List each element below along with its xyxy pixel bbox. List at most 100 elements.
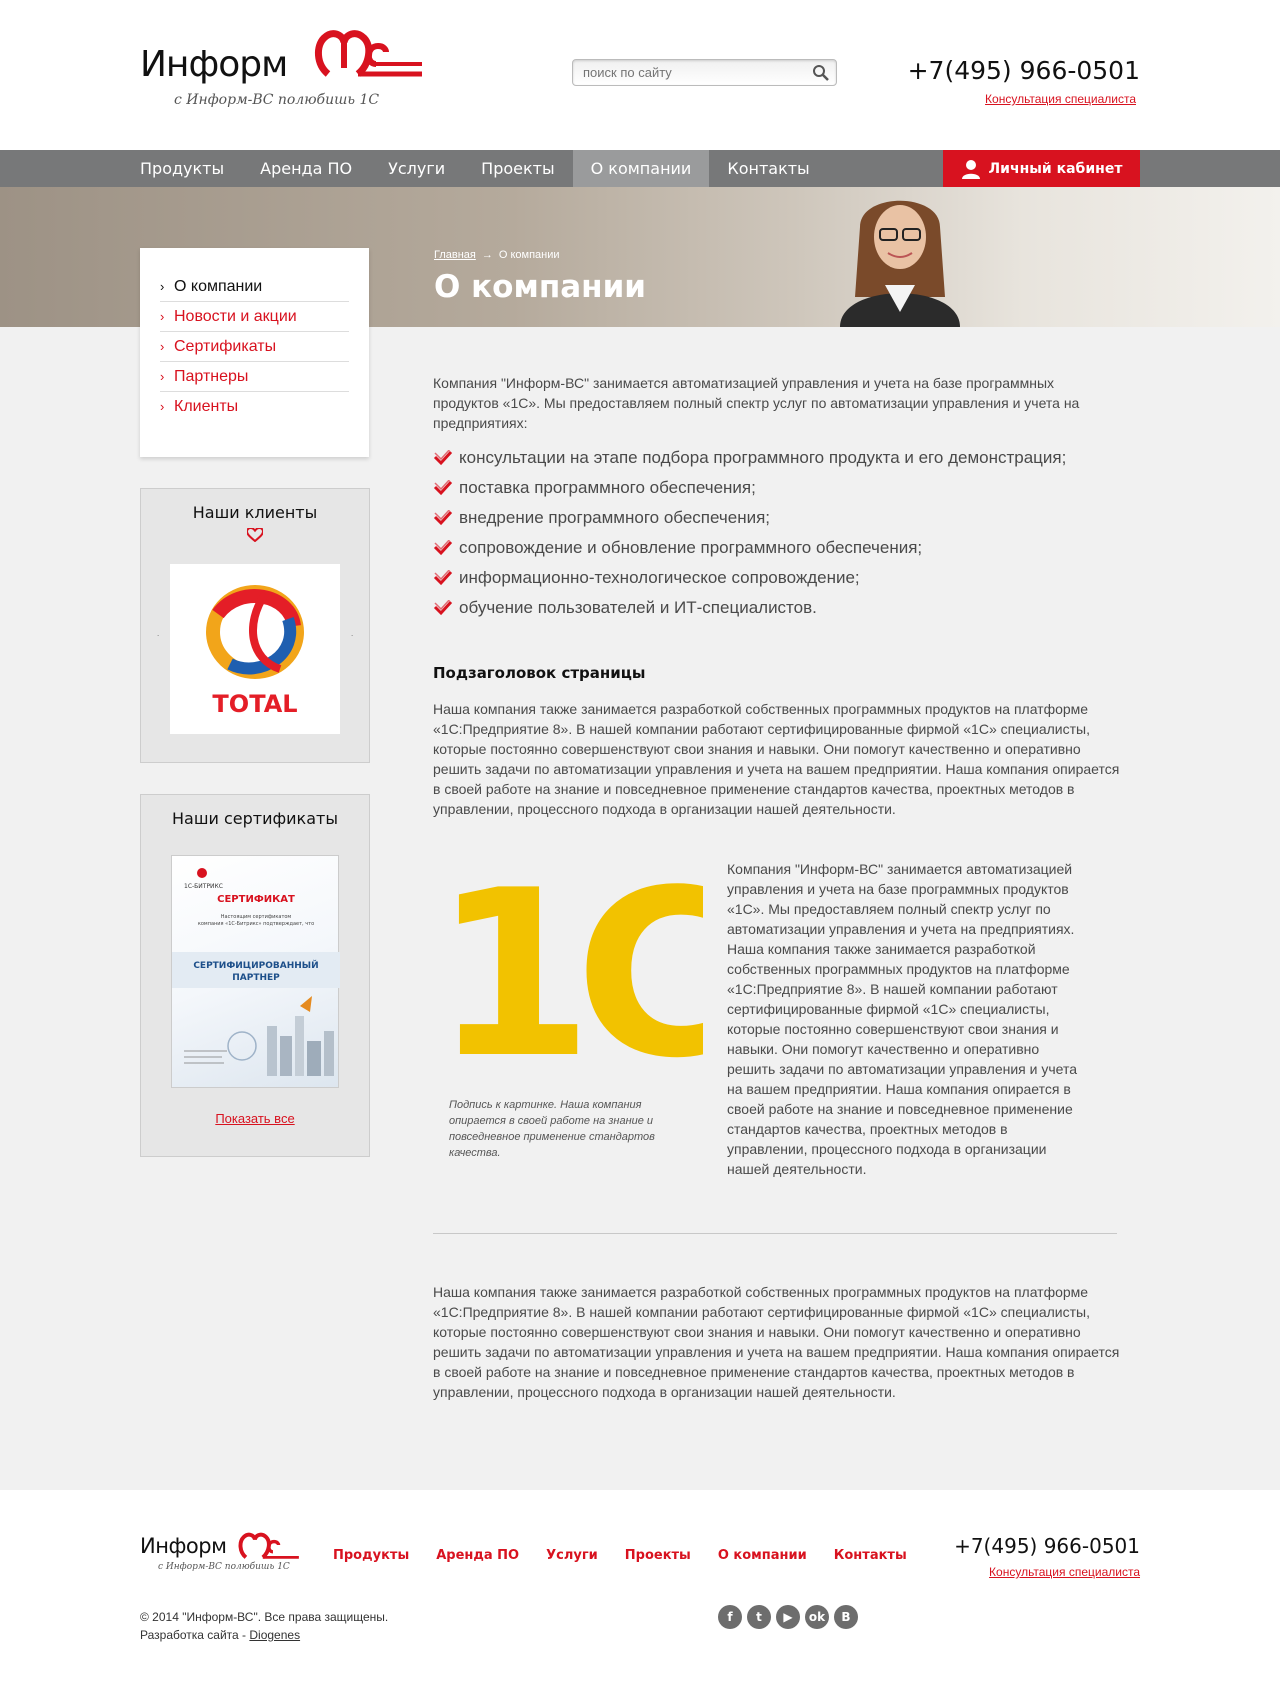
main-area: › О компании › Новости и акции › Сертификат… — [0, 248, 1280, 1490]
breadcrumb-current: О компании — [498, 249, 560, 261]
chevron-right-icon: › — [160, 308, 165, 324]
footer-nav-projects[interactable]: Проекты — [625, 1548, 691, 1563]
cert-partner-line-2: ПАРТНЕР — [232, 973, 280, 983]
cert-heading: СЕРТИФИКАТ — [217, 894, 295, 905]
site-logo[interactable]: Информ с Информ-ВС полюбишь 1С — [140, 22, 440, 117]
sidebar-item-label: Партнеры — [174, 367, 249, 385]
footer-nav-contacts[interactable]: Контакты — [834, 1548, 907, 1563]
copyright: © 2014 "Информ-ВС". Все права защищены. … — [140, 1608, 388, 1644]
social-links: f t ▶ ok B — [718, 1605, 858, 1629]
list-item: сопровождение и обновление программного … — [433, 533, 1123, 563]
body-paragraph: Наша компания также занимается разработк… — [433, 1284, 1120, 1400]
1c-logo-text: 1С — [433, 869, 703, 1069]
footer-nav-products[interactable]: Продукты — [333, 1548, 409, 1563]
nav-item-contacts[interactable]: Контакты — [709, 150, 827, 187]
nav-item-about[interactable]: О компании — [572, 150, 710, 187]
1c-logo-image: 1С — [433, 869, 703, 1069]
odnoklassniki-icon[interactable]: ok — [805, 1605, 829, 1629]
vkontakte-icon[interactable]: B — [834, 1605, 858, 1629]
breadcrumb-separator: → — [481, 249, 493, 261]
header-phone[interactable]: +7(495) 966-0501 — [908, 56, 1140, 85]
figure-block: 1С Подпись к картинке. Наша компания опи… — [433, 859, 1123, 1209]
footer-nav-rent[interactable]: Аренда ПО — [436, 1548, 519, 1563]
nav-item-products[interactable]: Продукты — [140, 150, 242, 187]
footer-logo-tagline: с Информ-ВС полюбишь 1С — [158, 1562, 290, 1572]
youtube-icon[interactable]: ▶ — [776, 1605, 800, 1629]
show-all-certificates-link[interactable]: Показать все — [141, 1111, 369, 1126]
list-item-text: поставка программного обеспечения; — [459, 478, 756, 497]
facebook-icon[interactable]: f — [718, 1605, 742, 1629]
body-paragraph: Наша компания также занимается разработк… — [433, 701, 1120, 817]
twitter-icon[interactable]: t — [747, 1605, 771, 1629]
cert-line-1: Настоящим сертификатом — [221, 914, 292, 920]
search-input[interactable] — [573, 60, 798, 85]
chevron-right-icon: › — [160, 338, 165, 354]
footer-nav-services[interactable]: Услуги — [546, 1548, 598, 1563]
sidebar-item-about[interactable]: › О компании — [160, 272, 349, 302]
logo-wordmark: Информ — [140, 44, 288, 85]
nav-item-services[interactable]: Услуги — [370, 150, 463, 187]
consult-link[interactable]: Консультация специалиста — [985, 92, 1136, 106]
page-subheading: Подзаголовок страницы — [433, 664, 646, 682]
cert-partner-line-1: СЕРТИФИЦИРОВАННЫЙ — [193, 959, 318, 971]
certificates-widget: Наши сертификаты 1С-БИТРИКС СЕРТИФИКАТ Н… — [140, 794, 370, 1157]
services-list: консультации на этапе подбора программно… — [433, 443, 1123, 623]
list-item-text: внедрение программного обеспечения; — [459, 508, 771, 527]
developer-prefix: Разработка сайта - — [140, 1628, 250, 1642]
clients-widget: Наши клиенты . TOTAL . — [140, 488, 370, 763]
chevron-right-icon: › — [160, 368, 165, 384]
list-item: обучение пользователей и ИТ-специалистов… — [433, 593, 1123, 623]
carousel-next-button[interactable]: . — [351, 629, 353, 638]
article-content: Компания "Информ-ВС" занимается автомати… — [433, 373, 1123, 1402]
sidebar-item-news[interactable]: › Новости и акции — [160, 302, 349, 332]
list-item: поставка программного обеспечения; — [433, 473, 1123, 503]
copyright-text: © 2014 "Информ-ВС". Все права защищены. — [140, 1610, 389, 1624]
nav-item-rent[interactable]: Аренда ПО — [242, 150, 370, 187]
sidebar-item-label: Новости и акции — [174, 307, 297, 325]
sidebar-item-label: Сертификаты — [174, 337, 277, 355]
footer-nav-about[interactable]: О компании — [718, 1548, 807, 1563]
content-divider — [433, 1233, 1117, 1234]
footer-phone[interactable]: +7(495) 966-0501 — [954, 1534, 1140, 1558]
list-item-text: консультации на этапе подбора программно… — [459, 448, 1067, 467]
nav-item-projects[interactable]: Проекты — [463, 150, 572, 187]
heart-icon — [247, 528, 263, 542]
developer-link[interactable]: Diogenes — [249, 1628, 300, 1642]
list-item-text: информационно-технологическое сопровожде… — [459, 568, 860, 587]
page-title: О компании — [434, 269, 647, 305]
list-item: консультации на этапе подбора программно… — [433, 443, 1123, 473]
personal-cabinet-label: Личный кабинет — [988, 160, 1123, 177]
logo-tagline: с Информ-ВС полюбишь 1С — [174, 92, 380, 108]
sidebar-item-label: О компании — [174, 277, 263, 295]
sidebar-item-partners[interactable]: › Партнеры — [160, 362, 349, 392]
search-icon[interactable] — [812, 64, 830, 82]
chevron-right-icon: › — [160, 278, 165, 294]
developer-credit: Разработка сайта - Diogenes — [140, 1626, 388, 1644]
figure-side-text: Компания "Информ-ВС" занимается автомати… — [727, 861, 1077, 1177]
sidebar-menu: › О компании › Новости и акции › Сертификат… — [140, 248, 369, 457]
breadcrumb-home-link[interactable]: Главная — [434, 249, 476, 261]
list-item: информационно-технологическое сопровожде… — [433, 563, 1123, 593]
certificate-thumbnail[interactable]: 1С-БИТРИКС СЕРТИФИКАТ Настоящим сертифик… — [171, 855, 340, 1088]
checkmark-icon — [433, 570, 453, 586]
lead-paragraph: Компания "Информ-ВС" занимается автомати… — [433, 375, 1080, 431]
certificates-title: Наши сертификаты — [172, 809, 338, 828]
certificate-image: 1С-БИТРИКС СЕРТИФИКАТ Настоящим сертифик… — [172, 868, 340, 1076]
figure-caption: Подпись к картинке. Наша компания опирае… — [449, 1099, 655, 1159]
cert-line-2: компания «1С-Битрикс» подтверждает, что — [198, 921, 314, 927]
carousel-prev-button[interactable]: . — [157, 629, 159, 638]
site-header: Информ с Информ-ВС полюбишь 1С +7(495) 9… — [0, 0, 1280, 150]
footer-logo[interactable]: Информ с Информ-ВС полюбишь 1С — [140, 1528, 300, 1578]
site-search — [572, 59, 837, 86]
sidebar-item-certificates[interactable]: › Сертификаты — [160, 332, 349, 362]
breadcrumb: Главная → О компании — [434, 249, 560, 261]
checkmark-icon — [433, 600, 453, 616]
client-logo-total[interactable]: TOTAL — [170, 564, 340, 734]
personal-cabinet-button[interactable]: Личный кабинет — [943, 150, 1140, 187]
sidebar-item-clients[interactable]: › Клиенты — [160, 392, 349, 422]
checkmark-icon — [433, 480, 453, 496]
footer-consult-link[interactable]: Консультация специалиста — [989, 1565, 1140, 1579]
footer-logo-wordmark: Информ — [140, 1534, 227, 1558]
main-nav: Продукты Аренда ПО Услуги Проекты О комп… — [0, 150, 1280, 187]
site-footer: Информ с Информ-ВС полюбишь 1С Продукты … — [0, 1490, 1280, 1700]
